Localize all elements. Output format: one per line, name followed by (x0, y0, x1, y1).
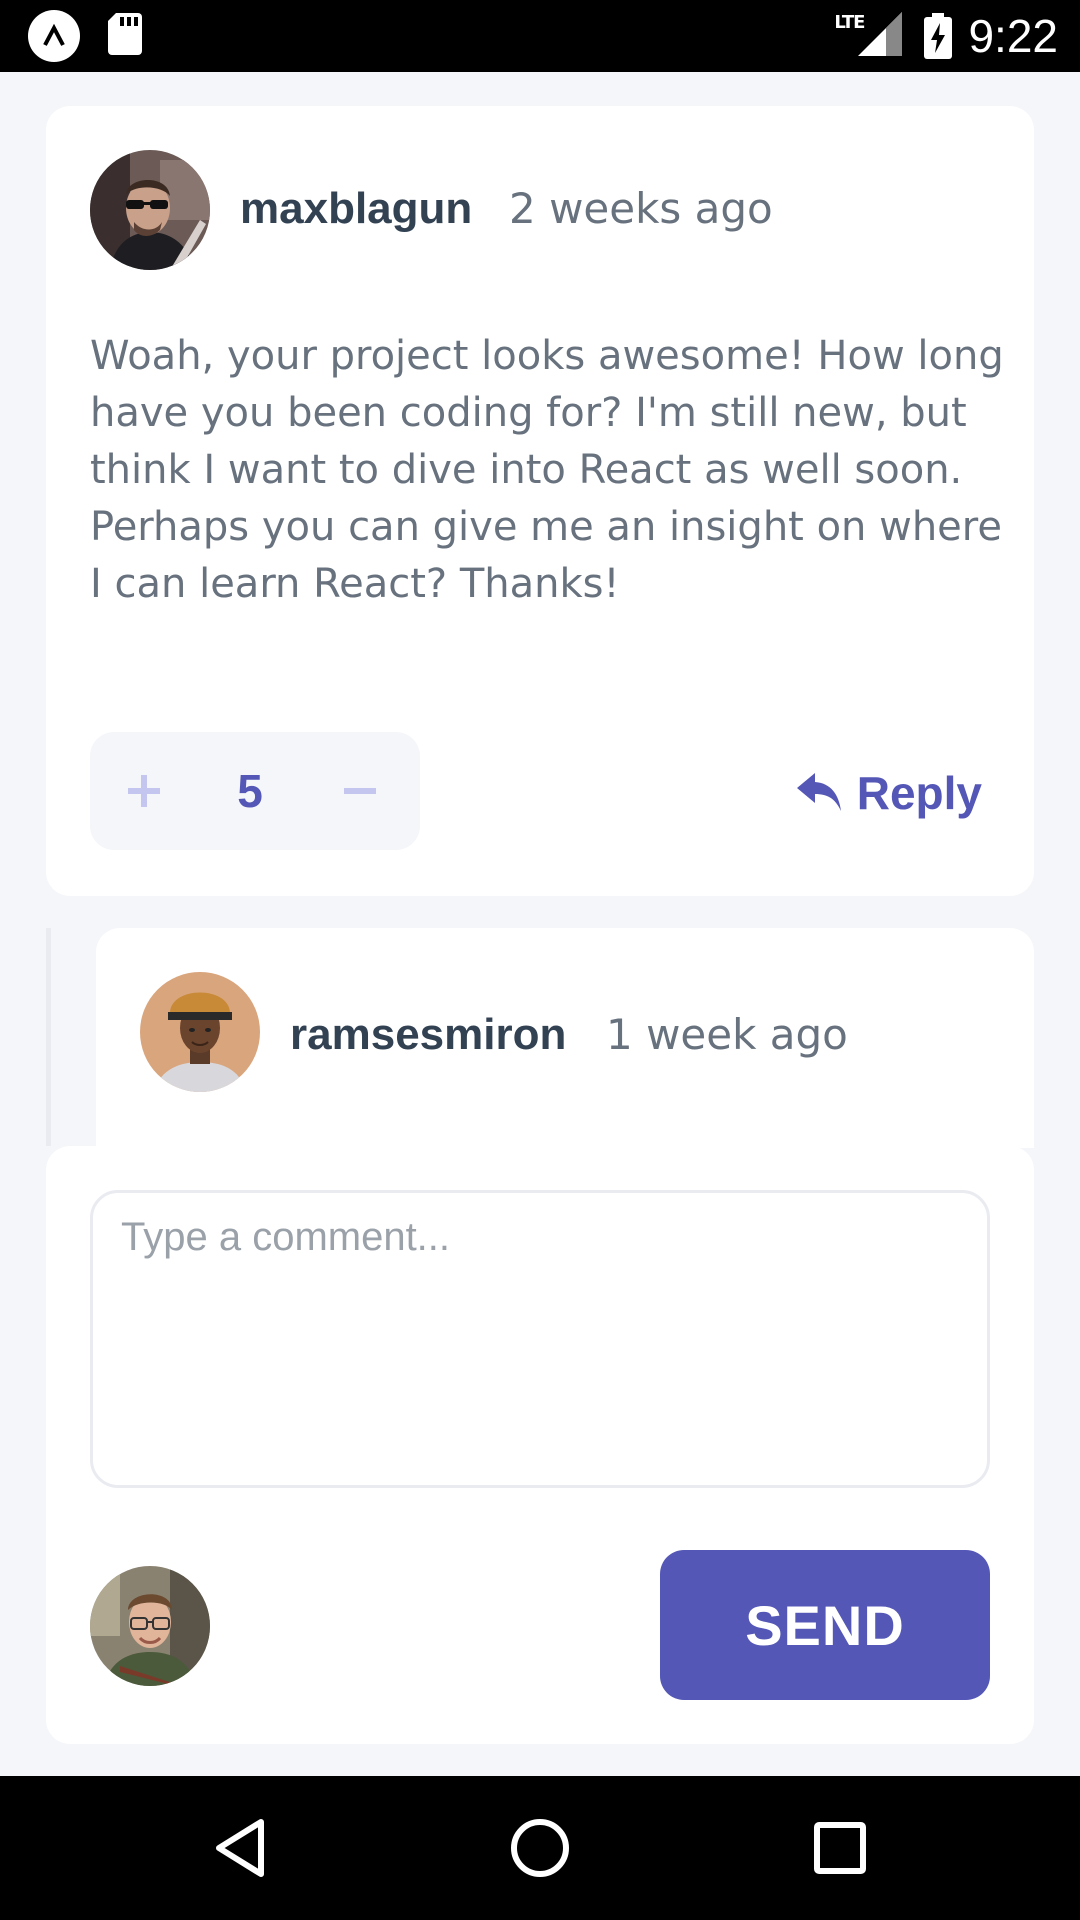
battery-charging-icon (924, 13, 953, 59)
sd-card-icon (108, 13, 142, 59)
comment-card: maxblagun 2 weeks ago Woah, your project… (46, 106, 1034, 896)
current-user-avatar (90, 1566, 210, 1686)
status-right: LTE 9:22 (834, 0, 1058, 72)
signal-icon (858, 12, 903, 60)
avatar-ramsesmiron (140, 972, 260, 1092)
upvote-button[interactable] (104, 732, 184, 850)
reply-timestamp: 1 week ago (606, 1010, 848, 1059)
clock: 9:22 (968, 10, 1058, 62)
comment-body: Woah, your project looks awesome! How lo… (90, 333, 1004, 607)
vote-counter: 5 (90, 732, 420, 850)
comment-input[interactable] (90, 1190, 990, 1488)
avatar-maxblagun (90, 150, 210, 270)
comment-composer: SEND (46, 1146, 1034, 1744)
send-button[interactable]: SEND (660, 1550, 990, 1700)
recents-button[interactable] (760, 1776, 920, 1920)
comment-username[interactable]: maxblagun (240, 184, 472, 234)
plus-icon (128, 775, 160, 807)
navigation-bar (0, 1776, 1080, 1920)
home-button[interactable] (460, 1776, 620, 1920)
downvote-button[interactable] (320, 732, 400, 850)
network-type-label: LTE (834, 11, 865, 33)
reply-thread-line (46, 928, 51, 1146)
minus-icon (344, 787, 376, 795)
recents-square-icon (814, 1822, 866, 1874)
comment-timestamp: 2 weeks ago (509, 184, 773, 233)
status-left (28, 10, 142, 62)
reply-username[interactable]: ramsesmiron (290, 1010, 566, 1060)
reply-arrow-icon (796, 773, 841, 813)
home-circle-icon (510, 1818, 570, 1878)
status-bar: LTE 9:22 (0, 0, 1080, 72)
reply-label: Reply (856, 767, 982, 819)
vote-score: 5 (237, 765, 263, 817)
app-notification-icon (28, 10, 80, 62)
back-triangle-icon (213, 1818, 267, 1878)
back-button[interactable] (160, 1776, 320, 1920)
reply-button[interactable]: Reply (796, 758, 982, 828)
reply-card: ramsesmiron 1 week ago (96, 928, 1034, 1148)
